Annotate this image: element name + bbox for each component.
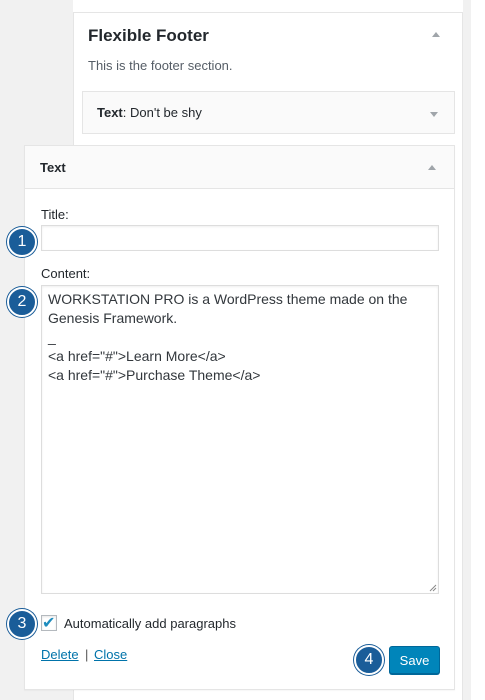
content-field-label: Content: [41,266,91,281]
title-field-label: Title: [41,207,69,222]
open-widget-header[interactable]: Text [25,146,454,189]
auto-paragraphs-label[interactable]: Automatically add paragraphs [64,616,236,631]
step-badge-4: 4 [354,645,384,675]
title-input[interactable] [41,225,439,251]
expand-widget-arrow-icon[interactable] [430,112,438,117]
open-widget-title: Text [40,160,66,175]
content-textarea[interactable]: WORKSTATION PRO is a WordPress theme mad… [41,285,439,594]
step-badge-3: 3 [7,609,37,639]
collapsed-widget-title: Text: Don't be shy [97,105,202,120]
collapsed-text-widget[interactable]: Text: Don't be shy [82,91,455,134]
collapsed-widget-instance-title: Don't be shy [126,105,202,120]
step-badge-1: 1 [7,227,37,257]
save-button[interactable]: Save [389,646,440,674]
admin-background-right [463,0,471,700]
resize-handle-icon[interactable] [429,584,437,592]
delete-link[interactable]: Delete [41,647,79,662]
auto-paragraphs-checkbox[interactable]: ✔ [41,615,57,632]
widget-area-description: This is the footer section. [88,58,233,73]
close-link[interactable]: Close [94,647,127,662]
step-badge-2: 2 [7,287,37,317]
collapse-area-arrow-icon[interactable] [432,32,440,37]
link-separator: | [85,647,89,662]
widget-area-title[interactable]: Flexible Footer [88,26,209,46]
collapsed-widget-type: Text [97,105,123,120]
checkmark-icon: ✔ [42,615,56,632]
collapse-widget-arrow-icon[interactable] [428,165,436,170]
